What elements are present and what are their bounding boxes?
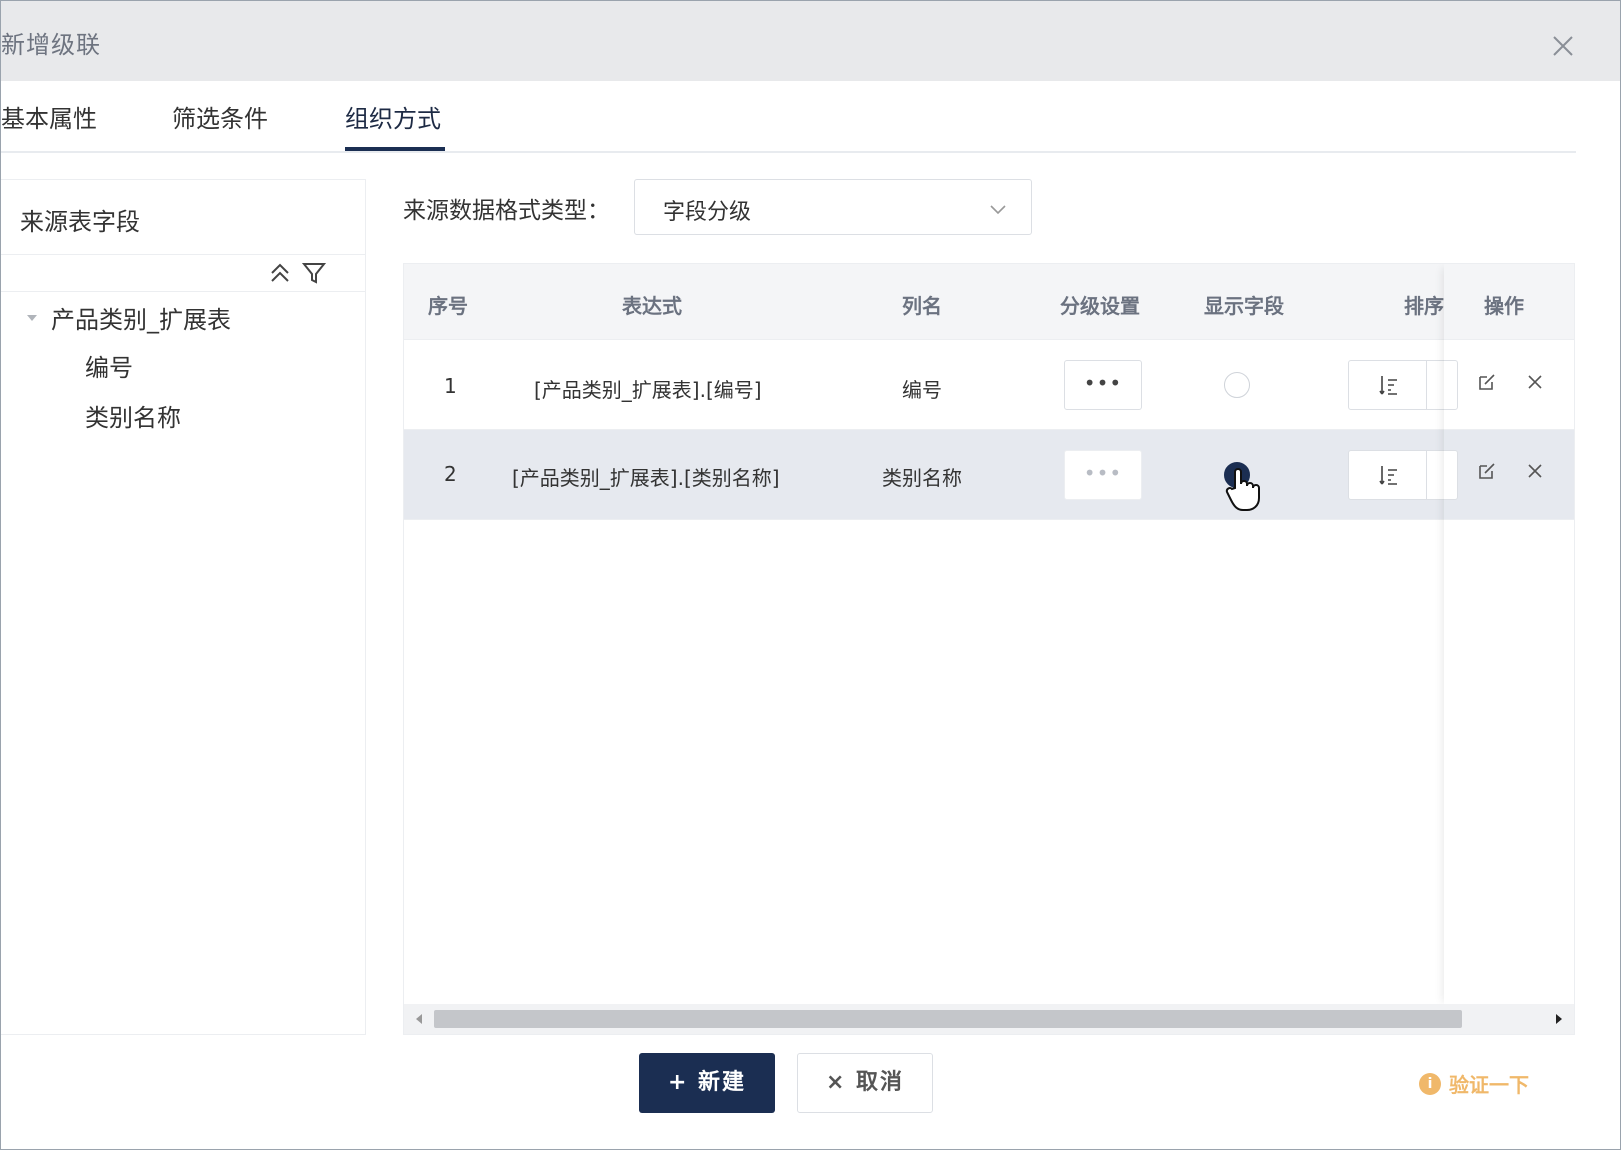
cell-column: 类别名称: [882, 466, 962, 490]
close-button[interactable]: [1548, 31, 1578, 61]
tree-node-child[interactable]: 类别名称: [85, 398, 181, 433]
tab-bar: 基本属性 筛选条件 组织方式: [1, 81, 1576, 153]
format-type-label: 来源数据格式类型：: [403, 198, 610, 224]
cell-index: 2: [444, 462, 457, 486]
source-fields-title: 来源表字段: [20, 208, 140, 236]
tab-filter-conditions[interactable]: 筛选条件: [172, 99, 268, 153]
edit-icon[interactable]: [1476, 371, 1498, 393]
sort-button-segment: [1349, 451, 1427, 499]
divider: [1, 291, 365, 292]
cell-index: 1: [444, 374, 457, 398]
sort-icon: [1379, 376, 1397, 395]
divider: [1, 254, 365, 255]
dialog: 新增级联 基本属性 筛选条件 组织方式 来源表字段 产品类别_扩展表 编号 类别…: [0, 0, 1621, 1150]
source-fields-panel: 来源表字段 产品类别_扩展表 编号 类别名称: [1, 179, 366, 1035]
close-icon: [1553, 36, 1573, 56]
cancel-button[interactable]: × 取消: [797, 1053, 933, 1113]
tree-node-label: 产品类别_扩展表: [51, 306, 231, 334]
cell-expression: [产品类别_扩展表].[编号]: [534, 378, 762, 402]
header-expression: 表达式: [622, 294, 682, 318]
tree-node-root[interactable]: 产品类别_扩展表: [25, 300, 231, 335]
format-type-select[interactable]: 字段分级: [634, 179, 1032, 235]
active-tab-indicator: [345, 147, 445, 151]
hand-cursor-icon: [1225, 468, 1260, 511]
tab-basic-properties[interactable]: 基本属性: [1, 99, 97, 153]
dialog-title: 新增级联: [1, 31, 101, 59]
caret-down-icon: [27, 314, 37, 321]
header-level: 分级设置: [1060, 294, 1140, 318]
sort-button[interactable]: [1348, 360, 1458, 410]
header-display: 显示字段: [1204, 294, 1284, 318]
verify-label: 验证一下: [1449, 1073, 1529, 1097]
operations-column: [1444, 264, 1574, 1006]
header-index: 序号: [428, 294, 468, 318]
display-field-radio[interactable]: [1224, 372, 1250, 398]
tree-node-child[interactable]: 编号: [85, 348, 133, 383]
level-settings-button[interactable]: •••: [1064, 450, 1142, 500]
format-type-value: 字段分级: [663, 200, 752, 225]
dialog-header: 新增级联: [1, 1, 1620, 81]
scrollbar-thumb[interactable]: [434, 1010, 1462, 1028]
level-settings-button[interactable]: •••: [1064, 360, 1142, 410]
filter-icon[interactable]: [301, 260, 327, 286]
table-header: 序号 表达式 列名 分级设置 显示字段 排序 操作: [404, 264, 1574, 340]
cell-expression: [产品类别_扩展表].[类别名称]: [512, 466, 780, 490]
delete-icon[interactable]: [1524, 460, 1546, 482]
sort-icon: [1379, 466, 1397, 485]
header-sort: 排序: [1404, 294, 1444, 318]
table-row[interactable]: 2 [产品类别_扩展表].[类别名称] 类别名称 •••: [404, 430, 1574, 520]
tab-organization[interactable]: 组织方式: [345, 99, 441, 153]
new-button[interactable]: + 新建: [639, 1053, 775, 1113]
collapse-all-icon[interactable]: [267, 260, 293, 286]
tree-toolbar: [267, 260, 327, 290]
delete-icon[interactable]: [1524, 371, 1546, 393]
table-row[interactable]: 1 [产品类别_扩展表].[编号] 编号 •••: [404, 340, 1574, 430]
scroll-left-icon[interactable]: [412, 1012, 426, 1026]
cell-column: 编号: [902, 378, 942, 402]
horizontal-scrollbar[interactable]: [404, 1004, 1574, 1034]
verify-link[interactable]: i 验证一下: [1419, 1069, 1529, 1098]
edit-icon[interactable]: [1476, 460, 1498, 482]
sort-button-segment: [1349, 361, 1427, 409]
chevron-down-icon: [990, 205, 1006, 215]
header-column: 列名: [902, 294, 942, 318]
fields-table: 序号 表达式 列名 分级设置 显示字段 排序 操作 1 [产品类别_扩展表].[…: [403, 263, 1575, 1035]
scroll-right-icon[interactable]: [1552, 1012, 1566, 1026]
info-icon: i: [1419, 1072, 1441, 1095]
sort-button[interactable]: [1348, 450, 1458, 500]
